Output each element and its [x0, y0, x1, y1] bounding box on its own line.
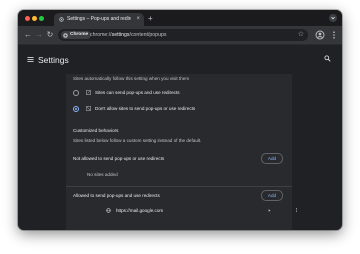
default-behavior-description: Sites automatically follow this setting …	[73, 76, 190, 81]
gear-icon	[59, 17, 64, 22]
url-path: /content/popups	[129, 32, 167, 38]
option-block-label: Don't allow sites to send pop-ups or use…	[95, 106, 196, 111]
globe-icon	[106, 208, 111, 213]
kebab-menu-icon[interactable]	[329, 30, 339, 40]
bookmark-star-icon[interactable]: ☆	[298, 29, 304, 41]
tab-search-button[interactable]	[329, 14, 337, 22]
chevron-down-icon	[331, 16, 335, 20]
block-popup-icon	[86, 106, 91, 111]
popups-settings-card: Sites automatically follow this setting …	[66, 74, 297, 230]
minimize-window-button[interactable]	[32, 16, 37, 21]
browser-window: Settings – Pop-ups and redirects × + ← →…	[18, 10, 342, 230]
allowed-sites-heading: Allowed to send pop-ups and use redirect…	[73, 193, 160, 198]
customized-behaviors-description: Sites listed below follow a custom setti…	[73, 138, 202, 143]
close-window-button[interactable]	[25, 16, 30, 21]
expand-arrow-icon[interactable]	[267, 208, 272, 213]
reload-button[interactable]: ↻	[45, 30, 55, 40]
add-blocked-site-button[interactable]: Add	[261, 153, 283, 164]
radio-block-popups[interactable]	[73, 106, 79, 112]
settings-header: Settings	[18, 44, 342, 75]
url-scheme: chrome://	[90, 32, 112, 38]
allowed-site-url: https://mail.google.com	[116, 208, 164, 213]
more-actions-icon[interactable]	[294, 207, 299, 213]
open-in-new-icon	[86, 90, 91, 95]
site-info-chip[interactable]: Chrome	[61, 31, 92, 39]
hamburger-menu-icon[interactable]	[27, 56, 34, 63]
url-host: settings	[111, 32, 130, 38]
maximize-window-button[interactable]	[39, 16, 44, 21]
url-text: chrome://settings/content/popups	[90, 29, 166, 41]
no-sites-added-text: No sites added	[87, 172, 118, 177]
profile-icon[interactable]	[315, 30, 325, 40]
add-allowed-site-button[interactable]: Add	[261, 190, 283, 201]
divider	[66, 186, 292, 187]
settings-content: Sites automatically follow this setting …	[18, 74, 342, 230]
back-button[interactable]: ←	[23, 30, 33, 40]
close-tab-button[interactable]: ×	[136, 13, 140, 26]
tab-strip: Settings – Pop-ups and redirects × +	[18, 10, 342, 26]
site-info-label: Chrome	[70, 32, 89, 37]
radio-allow-popups[interactable]	[73, 90, 79, 96]
option-allow-label: Sites can send pop-ups and use redirects	[95, 90, 180, 95]
forward-button[interactable]: →	[34, 30, 44, 40]
address-bar[interactable]: Chrome chrome://settings/content/popups …	[58, 29, 308, 41]
blocked-sites-heading: Not allowed to send pop-ups or use redir…	[73, 156, 165, 161]
search-icon[interactable]	[324, 55, 331, 62]
tab-settings[interactable]: Settings – Pop-ups and redirects ×	[54, 13, 144, 26]
tab-title: Settings – Pop-ups and redirects	[67, 16, 131, 22]
browser-toolbar: ← → ↻ Chrome chrome://settings/content/p…	[18, 26, 342, 44]
customized-behaviors-heading: Customized behaviors	[73, 128, 119, 133]
page-title: Settings	[38, 55, 69, 65]
new-tab-button[interactable]: +	[148, 12, 153, 25]
chrome-icon	[63, 32, 68, 38]
